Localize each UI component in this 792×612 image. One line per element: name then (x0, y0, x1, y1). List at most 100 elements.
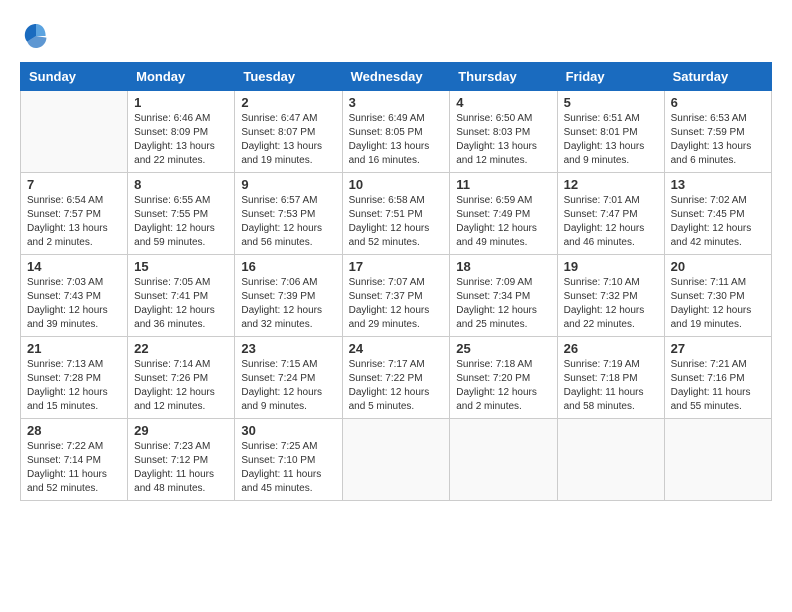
day-info: Sunrise: 7:10 AM Sunset: 7:32 PM Dayligh… (564, 276, 658, 332)
day-number: 23 (241, 341, 335, 356)
weekday-tuesday: Tuesday (235, 63, 342, 91)
week-row-5: 28 Sunrise: 7:22 AM Sunset: 7:14 PM Dayli… (21, 419, 772, 501)
day-cell (664, 419, 771, 501)
day-number: 12 (564, 177, 658, 192)
day-number: 17 (349, 259, 444, 274)
day-cell: 19Sunrise: 7:10 AM Sunset: 7:32 PM Dayli… (557, 255, 664, 337)
day-info: Sunrise: 7:22 AM Sunset: 7:14 PM Dayligh… (27, 440, 121, 496)
day-number: 29 (134, 423, 228, 438)
day-number: 18 (456, 259, 550, 274)
day-cell: 22 Sunrise: 7:14 AM Sunset: 7:26 PM Dayli… (128, 337, 235, 419)
day-number: 22 (134, 341, 228, 356)
week-row-1: 1 Sunrise: 6:46 AM Sunset: 8:09 PM Daylig… (21, 91, 772, 173)
day-number: 1 (134, 95, 228, 110)
day-cell: 26 Sunrise: 7:19 AM Sunset: 7:18 PM Dayli… (557, 337, 664, 419)
day-cell: 27 Sunrise: 7:21 AM Sunset: 7:16 PM Dayli… (664, 337, 771, 419)
day-info: Sunrise: 6:50 AM Sunset: 8:03 PM Dayligh… (456, 112, 550, 168)
day-cell: 25Sunrise: 7:18 AM Sunset: 7:20 PM Dayli… (450, 337, 557, 419)
day-cell: 23Sunrise: 7:15 AM Sunset: 7:24 PM Dayli… (235, 337, 342, 419)
day-cell: 16Sunrise: 7:06 AM Sunset: 7:39 PM Dayli… (235, 255, 342, 337)
day-number: 3 (349, 95, 444, 110)
day-cell: 17 Sunrise: 7:07 AM Sunset: 7:37 PM Dayli… (342, 255, 450, 337)
weekday-friday: Friday (557, 63, 664, 91)
day-info: Sunrise: 6:57 AM Sunset: 7:53 PM Dayligh… (241, 194, 335, 250)
weekday-sunday: Sunday (21, 63, 128, 91)
day-number: 14 (27, 259, 121, 274)
day-info: Sunrise: 7:19 AM Sunset: 7:18 PM Dayligh… (564, 358, 658, 414)
day-info: Sunrise: 7:01 AM Sunset: 7:47 PM Dayligh… (564, 194, 658, 250)
logo (20, 20, 56, 52)
page-header (20, 20, 772, 52)
day-number: 26 (564, 341, 658, 356)
day-number: 20 (671, 259, 765, 274)
day-cell: 9 Sunrise: 6:57 AM Sunset: 7:53 PM Daylig… (235, 173, 342, 255)
day-number: 21 (27, 341, 121, 356)
week-row-2: 7 Sunrise: 6:54 AM Sunset: 7:57 PM Daylig… (21, 173, 772, 255)
day-info: Sunrise: 6:59 AM Sunset: 7:49 PM Dayligh… (456, 194, 550, 250)
day-cell: 20 Sunrise: 7:11 AM Sunset: 7:30 PM Dayli… (664, 255, 771, 337)
day-info: Sunrise: 7:25 AM Sunset: 7:10 PM Dayligh… (241, 440, 335, 496)
day-info: Sunrise: 7:11 AM Sunset: 7:30 PM Dayligh… (671, 276, 765, 332)
logo-icon (20, 20, 52, 52)
day-info: Sunrise: 7:17 AM Sunset: 7:22 PM Dayligh… (349, 358, 444, 414)
day-cell: 1 Sunrise: 6:46 AM Sunset: 8:09 PM Daylig… (128, 91, 235, 173)
day-number: 9 (241, 177, 335, 192)
weekday-saturday: Saturday (664, 63, 771, 91)
day-number: 13 (671, 177, 765, 192)
day-number: 24 (349, 341, 444, 356)
weekday-wednesday: Wednesday (342, 63, 450, 91)
day-info: Sunrise: 7:07 AM Sunset: 7:37 PM Dayligh… (349, 276, 444, 332)
weekday-thursday: Thursday (450, 63, 557, 91)
day-info: Sunrise: 6:53 AM Sunset: 7:59 PM Dayligh… (671, 112, 765, 168)
day-number: 30 (241, 423, 335, 438)
day-cell: 15 Sunrise: 7:05 AM Sunset: 7:41 PM Dayli… (128, 255, 235, 337)
day-number: 6 (671, 95, 765, 110)
weekday-header-row: SundayMondayTuesdayWednesdayThursdayFrid… (21, 63, 772, 91)
day-info: Sunrise: 7:09 AM Sunset: 7:34 PM Dayligh… (456, 276, 550, 332)
day-cell: 5Sunrise: 6:51 AM Sunset: 8:01 PM Daylig… (557, 91, 664, 173)
day-number: 16 (241, 259, 335, 274)
day-cell: 30 Sunrise: 7:25 AM Sunset: 7:10 PM Dayli… (235, 419, 342, 501)
day-cell: 11 Sunrise: 6:59 AM Sunset: 7:49 PM Dayli… (450, 173, 557, 255)
day-info: Sunrise: 6:54 AM Sunset: 7:57 PM Dayligh… (27, 194, 121, 250)
day-info: Sunrise: 7:03 AM Sunset: 7:43 PM Dayligh… (27, 276, 121, 332)
day-info: Sunrise: 7:14 AM Sunset: 7:26 PM Dayligh… (134, 358, 228, 414)
day-cell (21, 91, 128, 173)
day-cell: 7 Sunrise: 6:54 AM Sunset: 7:57 PM Daylig… (21, 173, 128, 255)
day-number: 28 (27, 423, 121, 438)
day-cell: 4 Sunrise: 6:50 AM Sunset: 8:03 PM Daylig… (450, 91, 557, 173)
day-cell: 12 Sunrise: 7:01 AM Sunset: 7:47 PM Dayli… (557, 173, 664, 255)
day-number: 27 (671, 341, 765, 356)
day-info: Sunrise: 6:55 AM Sunset: 7:55 PM Dayligh… (134, 194, 228, 250)
day-number: 15 (134, 259, 228, 274)
day-cell: 21 Sunrise: 7:13 AM Sunset: 7:28 PM Dayli… (21, 337, 128, 419)
calendar: SundayMondayTuesdayWednesdayThursdayFrid… (20, 62, 772, 501)
day-cell: 2 Sunrise: 6:47 AM Sunset: 8:07 PM Daylig… (235, 91, 342, 173)
day-cell: 18 Sunrise: 7:09 AM Sunset: 7:34 PM Dayli… (450, 255, 557, 337)
day-cell: 14 Sunrise: 7:03 AM Sunset: 7:43 PM Dayli… (21, 255, 128, 337)
day-info: Sunrise: 7:21 AM Sunset: 7:16 PM Dayligh… (671, 358, 765, 414)
week-row-4: 21 Sunrise: 7:13 AM Sunset: 7:28 PM Dayli… (21, 337, 772, 419)
day-number: 10 (349, 177, 444, 192)
day-cell: 3Sunrise: 6:49 AM Sunset: 8:05 PM Daylig… (342, 91, 450, 173)
day-number: 7 (27, 177, 121, 192)
day-info: Sunrise: 7:02 AM Sunset: 7:45 PM Dayligh… (671, 194, 765, 250)
day-cell: 6 Sunrise: 6:53 AM Sunset: 7:59 PM Daylig… (664, 91, 771, 173)
day-info: Sunrise: 7:13 AM Sunset: 7:28 PM Dayligh… (27, 358, 121, 414)
day-number: 2 (241, 95, 335, 110)
day-cell: 13 Sunrise: 7:02 AM Sunset: 7:45 PM Dayli… (664, 173, 771, 255)
day-info: Sunrise: 7:05 AM Sunset: 7:41 PM Dayligh… (134, 276, 228, 332)
day-cell: 24 Sunrise: 7:17 AM Sunset: 7:22 PM Dayli… (342, 337, 450, 419)
day-info: Sunrise: 7:18 AM Sunset: 7:20 PM Dayligh… (456, 358, 550, 414)
day-cell: 10 Sunrise: 6:58 AM Sunset: 7:51 PM Dayli… (342, 173, 450, 255)
week-row-3: 14 Sunrise: 7:03 AM Sunset: 7:43 PM Dayli… (21, 255, 772, 337)
day-cell: 29Sunrise: 7:23 AM Sunset: 7:12 PM Dayli… (128, 419, 235, 501)
day-info: Sunrise: 6:46 AM Sunset: 8:09 PM Dayligh… (134, 112, 228, 168)
day-number: 4 (456, 95, 550, 110)
weekday-monday: Monday (128, 63, 235, 91)
day-number: 11 (456, 177, 550, 192)
day-cell (342, 419, 450, 501)
day-info: Sunrise: 6:47 AM Sunset: 8:07 PM Dayligh… (241, 112, 335, 168)
day-info: Sunrise: 6:58 AM Sunset: 7:51 PM Dayligh… (349, 194, 444, 250)
day-cell: 8Sunrise: 6:55 AM Sunset: 7:55 PM Daylig… (128, 173, 235, 255)
